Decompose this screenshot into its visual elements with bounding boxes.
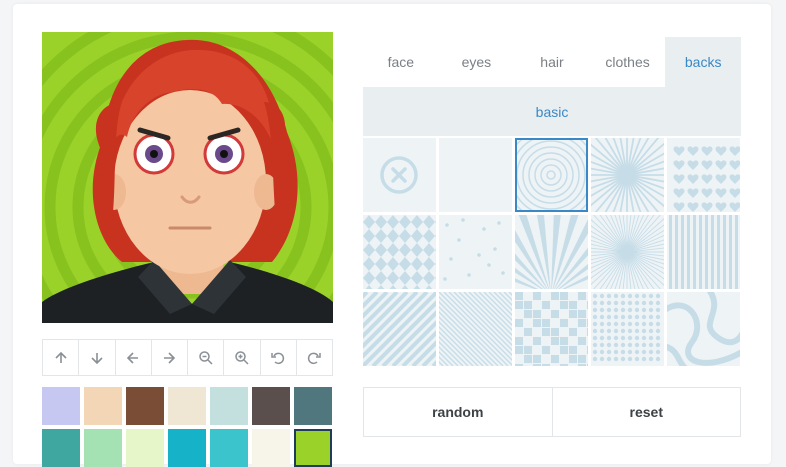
redo-icon [308, 352, 322, 364]
pattern-preview [363, 215, 436, 289]
pattern-starburst[interactable] [591, 215, 664, 289]
arrow-down-icon [91, 352, 103, 364]
zoom-out-icon [198, 350, 213, 365]
pattern-vertical-stripes[interactable] [667, 215, 740, 289]
move-left-button[interactable] [115, 340, 152, 375]
pattern-preview [673, 146, 740, 212]
color-swatch[interactable] [42, 387, 80, 425]
undo-icon [271, 352, 285, 364]
pattern-preview [669, 215, 738, 289]
undo-button[interactable] [260, 340, 297, 375]
pattern-plain[interactable] [439, 138, 512, 212]
tab-backs[interactable]: backs [665, 37, 741, 87]
random-button[interactable]: random [364, 388, 552, 436]
color-swatch[interactable] [210, 429, 248, 467]
pattern-preview [515, 292, 588, 366]
action-buttons: random reset [363, 387, 741, 437]
pattern-fine-diagonals[interactable] [439, 292, 512, 366]
color-swatch[interactable] [294, 429, 332, 467]
subcategory-basic[interactable]: basic [536, 104, 569, 120]
pattern-rays[interactable] [515, 215, 588, 289]
none-icon [380, 156, 418, 194]
arrow-up-icon [55, 351, 67, 363]
color-swatch[interactable] [84, 429, 122, 467]
tab-clothes[interactable]: clothes [590, 37, 666, 87]
category-tabs: face eyes hair clothes backs [363, 37, 741, 87]
redo-button[interactable] [296, 340, 332, 375]
zoom-in-icon [235, 350, 249, 365]
zoom-out-button[interactable] [188, 340, 225, 375]
pattern-preview [439, 138, 512, 212]
no-background-option[interactable] [363, 138, 436, 212]
move-down-button[interactable] [79, 340, 116, 375]
pattern-preview [515, 215, 588, 289]
color-swatch[interactable] [210, 387, 248, 425]
pattern-preview [515, 138, 588, 212]
tab-eyes[interactable]: eyes [439, 37, 515, 87]
pattern-preview [443, 218, 505, 281]
background-pattern-grid [363, 138, 741, 366]
color-swatches [42, 387, 334, 467]
pattern-diamonds[interactable] [363, 215, 436, 289]
move-right-button[interactable] [151, 340, 188, 375]
pattern-hearts[interactable] [667, 138, 740, 212]
avatar-toolbar [42, 339, 333, 376]
pattern-preview [592, 293, 661, 362]
pattern-preview [363, 292, 436, 366]
avatar-preview [42, 32, 333, 323]
pattern-curvy-lines[interactable] [667, 292, 740, 366]
pattern-preview [591, 138, 664, 212]
color-swatch[interactable] [42, 429, 80, 467]
tab-face[interactable]: face [363, 37, 439, 87]
zoom-in-button[interactable] [224, 340, 261, 375]
color-swatch[interactable] [252, 387, 290, 425]
reset-button[interactable]: reset [551, 388, 740, 436]
pattern-sunburst[interactable] [591, 138, 664, 212]
pattern-squares-mosaic[interactable] [515, 292, 588, 366]
color-swatch[interactable] [126, 429, 164, 467]
pattern-dots-scatter[interactable] [439, 215, 512, 289]
arrow-left-icon [126, 351, 139, 364]
color-swatch[interactable] [126, 387, 164, 425]
pattern-dot-grid[interactable] [591, 292, 664, 366]
pattern-preview [439, 292, 512, 366]
subcategory-bar: basic [363, 87, 741, 136]
tab-hair[interactable]: hair [514, 37, 590, 87]
color-swatch[interactable] [294, 387, 332, 425]
color-swatch[interactable] [168, 387, 206, 425]
color-swatch[interactable] [168, 429, 206, 467]
pattern-preview [591, 215, 664, 289]
arrow-right-icon [164, 351, 176, 364]
pattern-concentric-circles[interactable] [515, 138, 588, 212]
avatar-image [42, 32, 333, 323]
pattern-diagonal-stripes[interactable] [363, 292, 436, 366]
pattern-preview [667, 292, 740, 366]
move-up-button[interactable] [43, 340, 80, 375]
color-swatch[interactable] [252, 429, 290, 467]
color-swatch[interactable] [84, 387, 122, 425]
